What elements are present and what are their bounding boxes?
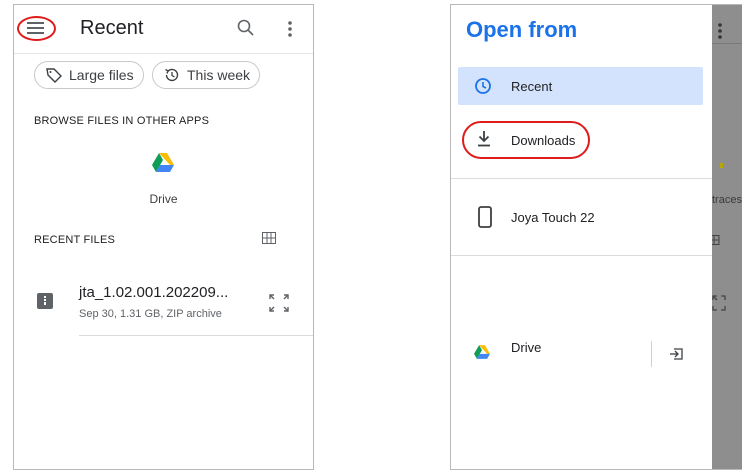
history-icon [165, 68, 179, 82]
grid-view-icon [712, 235, 720, 245]
highlight-ring [17, 16, 56, 41]
more-options-icon[interactable] [278, 17, 302, 41]
expand-preview-icon[interactable] [268, 293, 290, 313]
more-options-icon [718, 23, 722, 39]
eject-icon[interactable] [669, 348, 683, 360]
root-label-joya-touch-22: Joya Touch 22 [511, 210, 595, 225]
drawer-divider [451, 178, 712, 179]
phone-icon [478, 206, 492, 228]
drawer-divider [451, 255, 712, 256]
chip-this-week[interactable]: This week [152, 61, 260, 89]
clock-icon [475, 78, 491, 94]
chip-label: Large files [69, 67, 134, 83]
zip-icon [37, 293, 53, 309]
tag-icon [46, 68, 62, 83]
files-app-recent-screen: Recent Large files This week BROWSE FILE… [13, 4, 314, 470]
drive-app-label: Drive [149, 192, 178, 206]
file-name: jta_1.02.001.202209... [79, 284, 229, 301]
search-icon[interactable] [234, 17, 258, 41]
root-label-drive: Drive [511, 340, 542, 355]
drive-icon [152, 153, 174, 172]
top-app-bar: Recent [14, 5, 313, 54]
expand-preview-icon [712, 295, 726, 311]
grid-view-icon[interactable] [262, 231, 276, 244]
drawer-title: Open from [466, 17, 578, 42]
drive-icon [474, 345, 490, 359]
chip-label: This week [187, 67, 251, 83]
highlight-ring [462, 121, 590, 159]
drawer-scrim[interactable]: traces [712, 5, 742, 469]
files-app-drawer-screen: traces Open from Recent Downloads Joya T… [450, 4, 742, 470]
list-divider [79, 335, 313, 336]
root-label-recent: Recent [511, 79, 553, 94]
root-item-recent[interactable] [458, 67, 703, 105]
background-text: traces [712, 194, 742, 206]
browse-heading: BROWSE FILES IN OTHER APPS [34, 115, 210, 127]
page-title: Recent [80, 17, 144, 39]
recent-files-heading: RECENT FILES [34, 234, 116, 246]
chip-large-files[interactable]: Large files [34, 61, 144, 89]
vertical-divider [651, 341, 652, 367]
file-meta: Sep 30, 1.31 GB, ZIP archive [79, 308, 222, 320]
